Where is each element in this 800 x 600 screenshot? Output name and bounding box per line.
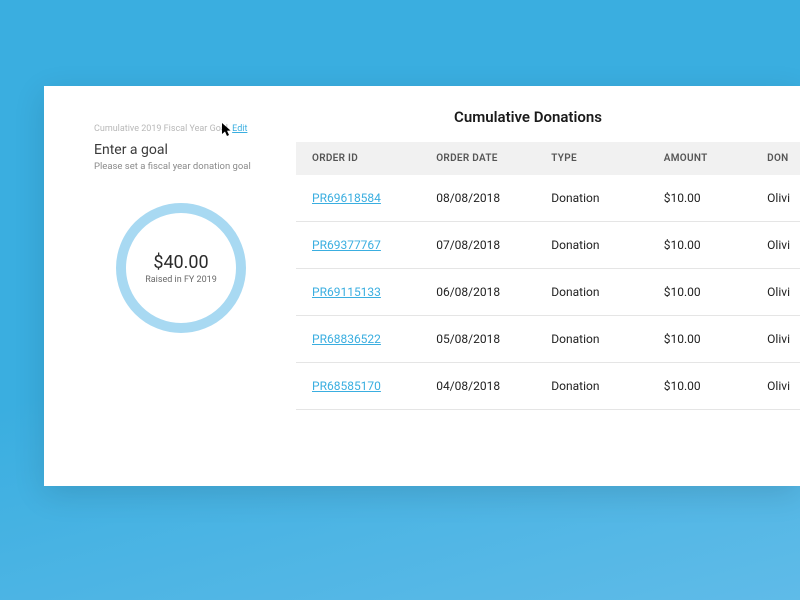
order-link[interactable]: PR69618584 [312, 191, 381, 205]
table-title: Cumulative Donations [296, 108, 800, 126]
enter-goal-heading: Enter a goal [94, 142, 268, 158]
cell-type: Donation [535, 316, 647, 363]
cell-donor: Olivi [751, 363, 800, 410]
cell-order-id: PR68836522 [296, 316, 420, 363]
cell-order-id: PR69377767 [296, 222, 420, 269]
cell-amount: $10.00 [648, 269, 751, 316]
cell-order-id: PR69618584 [296, 175, 420, 222]
table-row: PR68836522 05/08/2018Donation$10.00Olivi [296, 316, 800, 363]
progress-ring-wrap: $40.00 Raised in FY 2019 [116, 203, 246, 333]
order-link[interactable]: PR68585170 [312, 379, 381, 393]
cell-donor: Olivi [751, 222, 800, 269]
th-order-id: ORDER ID [296, 142, 420, 175]
cell-order-date: 07/08/2018 [420, 222, 535, 269]
th-order-date: ORDER DATE [420, 142, 535, 175]
th-type: TYPE [535, 142, 647, 175]
table-row: PR69115133 06/08/2018Donation$10.00Olivi [296, 269, 800, 316]
cell-donor: Olivi [751, 269, 800, 316]
cell-order-date: 06/08/2018 [420, 269, 535, 316]
donations-table: ORDER ID ORDER DATE TYPE AMOUNT DON PR69… [296, 142, 800, 410]
donations-panel: Cumulative Donations ORDER ID ORDER DATE… [296, 86, 800, 486]
raised-caption: Raised in FY 2019 [145, 275, 217, 285]
progress-ring: $40.00 Raised in FY 2019 [116, 203, 246, 333]
table-row: PR68585170 04/08/2018Donation$10.00Olivi [296, 363, 800, 410]
edit-goal-link[interactable]: Edit [232, 124, 247, 134]
order-link[interactable]: PR69115133 [312, 285, 381, 299]
cell-donor: Olivi [751, 175, 800, 222]
th-amount: AMOUNT [648, 142, 751, 175]
table-row: PR69618584 08/08/2018Donation$10.00Olivi [296, 175, 800, 222]
cell-type: Donation [535, 222, 647, 269]
cell-donor: Olivi [751, 316, 800, 363]
cell-order-date: 04/08/2018 [420, 363, 535, 410]
goal-panel: Cumulative 2019 Fiscal Year Goal Edit En… [44, 86, 296, 486]
th-donor: DON [751, 142, 800, 175]
table-header-row: ORDER ID ORDER DATE TYPE AMOUNT DON [296, 142, 800, 175]
cell-type: Donation [535, 363, 647, 410]
cell-order-date: 05/08/2018 [420, 316, 535, 363]
cell-amount: $10.00 [648, 316, 751, 363]
cell-amount: $10.00 [648, 175, 751, 222]
cell-amount: $10.00 [648, 222, 751, 269]
goal-label: Cumulative 2019 Fiscal Year Goal [94, 124, 228, 134]
order-link[interactable]: PR68836522 [312, 332, 381, 346]
order-link[interactable]: PR69377767 [312, 238, 381, 252]
cell-order-id: PR68585170 [296, 363, 420, 410]
raised-amount: $40.00 [153, 252, 208, 273]
cell-order-date: 08/08/2018 [420, 175, 535, 222]
cell-type: Donation [535, 175, 647, 222]
goal-subtext: Please set a fiscal year donation goal [94, 161, 268, 173]
cell-type: Donation [535, 269, 647, 316]
table-row: PR69377767 07/08/2018Donation$10.00Olivi [296, 222, 800, 269]
dashboard-card: Cumulative 2019 Fiscal Year Goal Edit En… [44, 86, 800, 486]
cell-order-id: PR69115133 [296, 269, 420, 316]
cell-amount: $10.00 [648, 363, 751, 410]
goal-label-row: Cumulative 2019 Fiscal Year Goal Edit [94, 124, 268, 134]
